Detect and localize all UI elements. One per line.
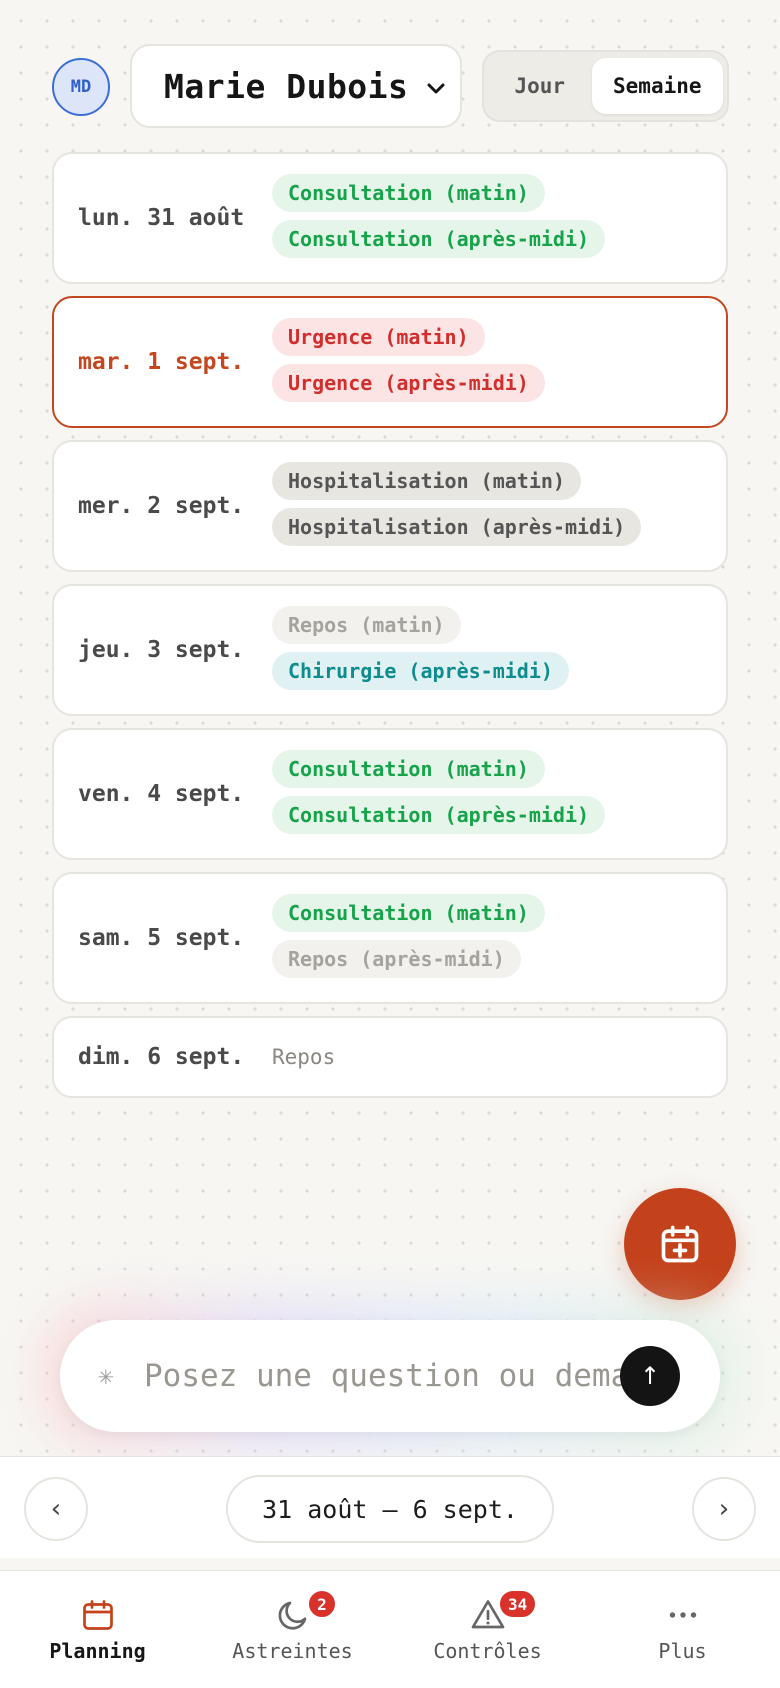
more-icon <box>669 1612 696 1618</box>
avatar[interactable]: MD <box>52 58 110 116</box>
shift-chip[interactable]: Repos (matin) <box>272 606 461 644</box>
day-label: mar. 1 sept. <box>78 349 245 375</box>
notification-badge: 34 <box>498 1589 538 1619</box>
moon-icon <box>278 1601 306 1630</box>
next-week-button[interactable]: › <box>692 1477 756 1541</box>
view-toggle: Jour Semaine <box>482 50 729 122</box>
shift-chip[interactable]: Consultation (matin) <box>272 174 545 212</box>
add-event-button[interactable] <box>624 1188 736 1300</box>
tab-label: Plus <box>658 1639 707 1663</box>
user-name: Marie Dubois <box>164 66 409 106</box>
week-day-list: lun. 31 août Consultation (matin) Consul… <box>52 152 728 1110</box>
tab-planning[interactable]: Planning <box>0 1571 195 1688</box>
day-card[interactable]: sam. 5 sept. Consultation (matin) Repos … <box>52 872 728 1004</box>
day-label: jeu. 3 sept. <box>78 637 245 663</box>
notification-badge: 2 <box>307 1589 337 1619</box>
tab-astreintes[interactable]: 2 Astreintes <box>195 1571 390 1688</box>
view-day-button[interactable]: Jour <box>488 58 592 114</box>
shift-chip[interactable]: Urgence (matin) <box>272 318 485 356</box>
shift-chip[interactable]: Urgence (après-midi) <box>272 364 545 402</box>
tab-label: Astreintes <box>232 1639 353 1663</box>
calendar-plus-icon <box>661 1225 699 1263</box>
shift-chip[interactable]: Chirurgie (après-midi) <box>272 652 569 690</box>
send-button[interactable]: ↑ <box>620 1346 680 1406</box>
tab-label: Planning <box>49 1639 146 1663</box>
shift-chip[interactable]: Consultation (après-midi) <box>272 220 606 258</box>
shift-chip[interactable]: Consultation (matin) <box>272 894 545 932</box>
week-navigator: ‹ 31 août – 6 sept. › <box>0 1456 780 1558</box>
day-label: ven. 4 sept. <box>78 781 245 807</box>
tab-controles[interactable]: 34 Contrôles <box>390 1571 585 1688</box>
shift-chip[interactable]: Consultation (après-midi) <box>272 796 606 834</box>
day-card[interactable]: jeu. 3 sept. Repos (matin) Chirurgie (ap… <box>52 584 728 716</box>
shift-chip[interactable]: Repos (après-midi) <box>272 940 521 978</box>
day-card[interactable]: dim. 6 sept. Repos <box>52 1016 728 1098</box>
day-label: mer. 2 sept. <box>78 493 245 519</box>
shift-chip[interactable]: Hospitalisation (matin) <box>272 462 581 500</box>
user-select[interactable]: Marie Dubois <box>130 44 462 128</box>
tab-label: Contrôles <box>433 1639 542 1663</box>
day-card-today[interactable]: mar. 1 sept. Urgence (matin) Urgence (ap… <box>52 296 728 428</box>
chevron-down-icon <box>427 83 445 94</box>
view-week-button[interactable]: Semaine <box>591 58 723 114</box>
tab-plus[interactable]: Plus <box>585 1571 780 1688</box>
week-range-button[interactable]: 31 août – 6 sept. <box>226 1475 554 1543</box>
shift-chip[interactable]: Hospitalisation (après-midi) <box>272 508 642 546</box>
day-card[interactable]: lun. 31 août Consultation (matin) Consul… <box>52 152 728 284</box>
assistant-input[interactable] <box>144 1346 654 1406</box>
day-card[interactable]: ven. 4 sept. Consultation (matin) Consul… <box>52 728 728 860</box>
bottom-tab-bar: Planning 2 Astreintes 34 Contrôles Plus <box>0 1570 780 1688</box>
calendar-icon <box>82 1600 113 1630</box>
day-card[interactable]: mer. 2 sept. Hospitalisation (matin) Hos… <box>52 440 728 572</box>
shift-chip[interactable]: Consultation (matin) <box>272 750 545 788</box>
day-label: sam. 5 sept. <box>78 925 245 951</box>
sparkle-icon: ✳ <box>98 1361 114 1391</box>
assistant-chat-bar: ✳ ↑ <box>60 1320 720 1432</box>
day-label: dim. 6 sept. <box>78 1044 245 1070</box>
day-label: lun. 31 août <box>78 205 245 231</box>
previous-week-button[interactable]: ‹ <box>24 1477 88 1541</box>
rest-label: Repos <box>272 1045 336 1069</box>
